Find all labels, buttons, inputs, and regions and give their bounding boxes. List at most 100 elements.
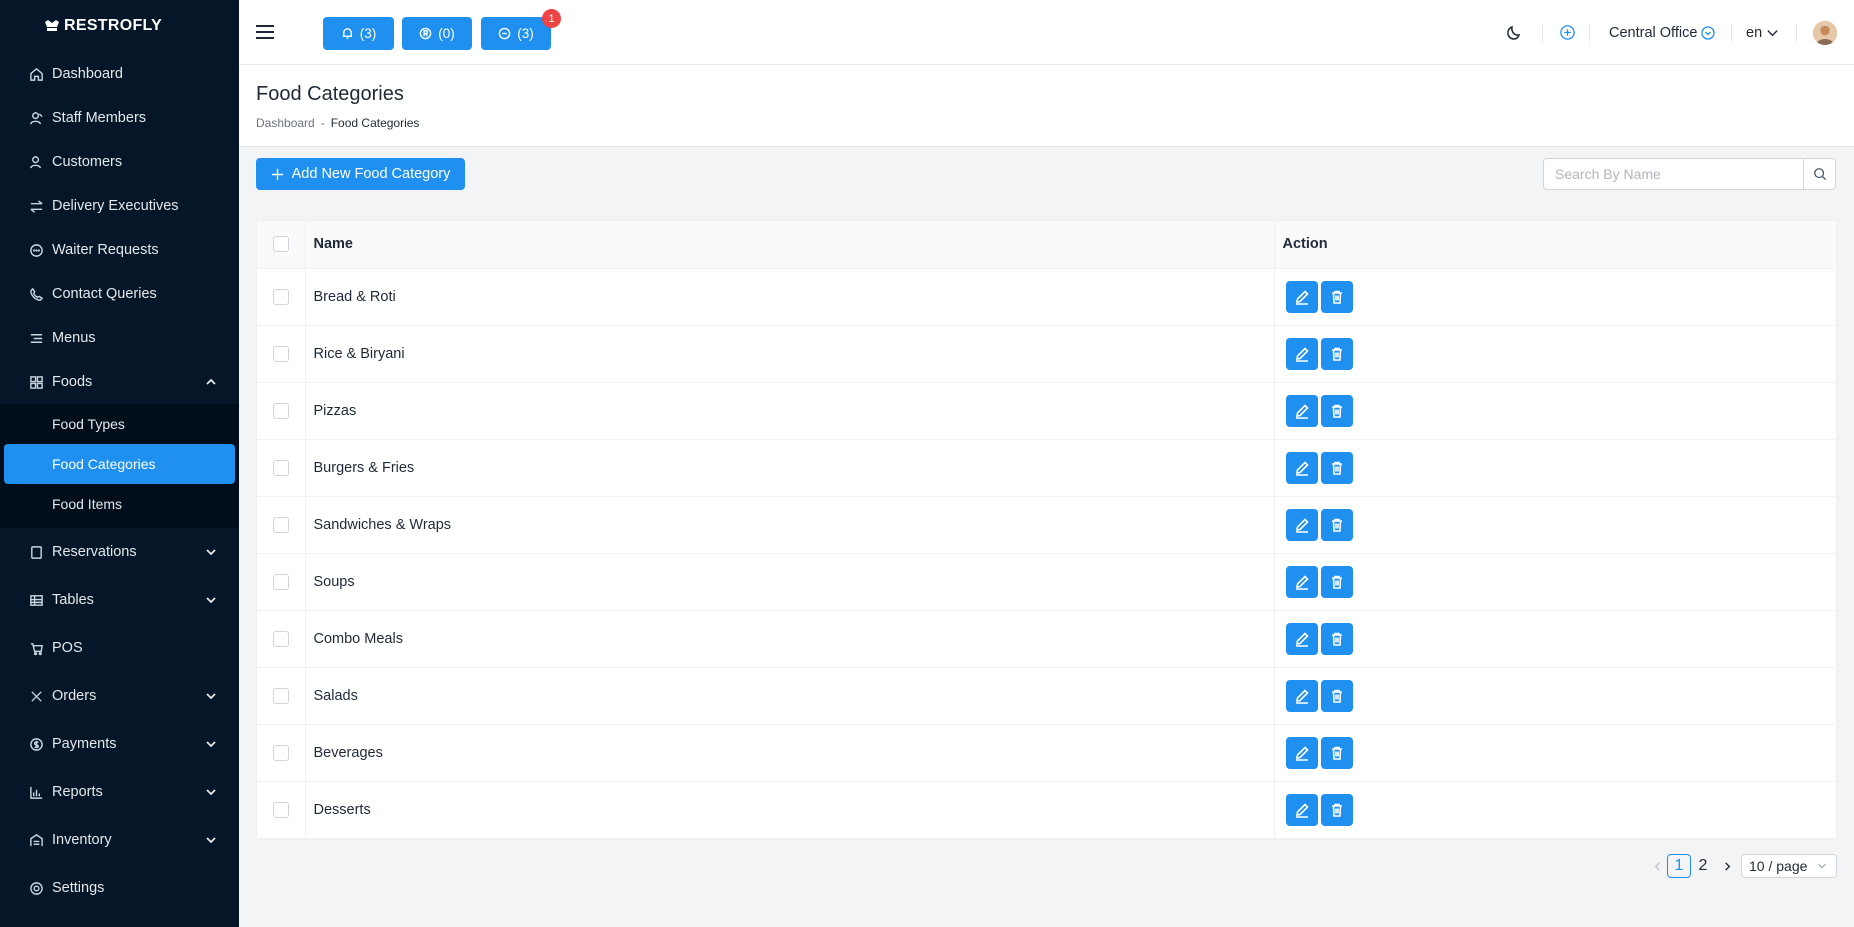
row-actions (1274, 553, 1836, 611)
sidebar-item-pos[interactable]: POS (0, 624, 239, 672)
sidebar-item-orders[interactable]: Orders (0, 672, 239, 720)
row-checkbox[interactable] (272, 573, 289, 590)
page-size-value: 10 / page (1749, 858, 1808, 874)
row-check-cell (257, 382, 306, 440)
add-quick-button[interactable] (1559, 0, 1576, 65)
hamburger-menu-icon[interactable] (256, 25, 274, 39)
sidebar-subitem-food-types[interactable]: Food Types (4, 404, 235, 444)
delete-button[interactable] (1320, 679, 1353, 712)
edit-button[interactable] (1285, 508, 1318, 541)
sidebar-item-staff-members[interactable]: Staff Members (0, 96, 239, 140)
notifications-button[interactable]: (3) (323, 17, 394, 50)
row-checkbox[interactable] (272, 459, 289, 476)
sidebar-item-label: Staff Members (52, 110, 147, 126)
waiter-icon (498, 27, 511, 40)
delete-button[interactable] (1320, 280, 1353, 313)
waiter-requests-button[interactable]: (3) (481, 17, 551, 50)
row-checkbox[interactable] (272, 402, 289, 419)
delete-button[interactable] (1320, 565, 1353, 598)
breadcrumb-dashboard[interactable]: Dashboard (256, 116, 315, 130)
waiter-requests-badge: 1 (542, 9, 561, 28)
edit-button[interactable] (1285, 394, 1318, 427)
row-name: Combo Meals (305, 610, 1275, 668)
notifications-count: (3) (359, 26, 377, 41)
edit-button[interactable] (1285, 565, 1318, 598)
office-name: Central Office (1609, 24, 1698, 41)
row-checkbox[interactable] (272, 288, 289, 305)
home-icon (28, 66, 44, 82)
language-selector[interactable]: en (1746, 0, 1779, 65)
row-name: Pizzas (305, 382, 1275, 440)
row-check-cell (257, 268, 306, 326)
sidebar-item-inventory[interactable]: Inventory (0, 816, 239, 864)
search-button[interactable] (1803, 159, 1835, 189)
select-all-cell (257, 221, 306, 269)
edit-button[interactable] (1285, 280, 1318, 313)
delete-button[interactable] (1320, 622, 1353, 655)
page-size-select[interactable]: 10 / page (1741, 854, 1837, 878)
edit-icon (1295, 631, 1309, 647)
sidebar-item-dashboard[interactable]: Dashboard (0, 52, 239, 96)
sidebar-item-customers[interactable]: Customers (0, 140, 239, 184)
row-name: Bread & Roti (305, 268, 1275, 326)
avatar[interactable] (1813, 21, 1837, 45)
sidebar-subitem-food-items[interactable]: Food Items (4, 484, 235, 524)
delete-button[interactable] (1320, 508, 1353, 541)
sidebar-item-waiter-requests[interactable]: Waiter Requests (0, 228, 239, 272)
delete-button[interactable] (1320, 793, 1353, 826)
sidebar-item-reservations[interactable]: Reservations (0, 528, 239, 576)
trash-icon (1331, 689, 1342, 703)
sidebar-item-label: Dashboard (52, 66, 123, 82)
row-actions (1274, 667, 1836, 725)
delete-button[interactable] (1320, 394, 1353, 427)
search-input[interactable] (1544, 159, 1803, 189)
header-divider (1542, 24, 1543, 42)
delete-button[interactable] (1320, 451, 1353, 484)
pagination-page-2[interactable]: 2 (1691, 854, 1715, 878)
dark-mode-toggle[interactable] (1505, 0, 1523, 65)
trash-icon (1331, 803, 1342, 817)
sidebar-item-settings[interactable]: Settings (0, 864, 239, 912)
edit-button[interactable] (1285, 679, 1318, 712)
office-selector[interactable]: Central Office (1609, 0, 1716, 65)
edit-button[interactable] (1285, 337, 1318, 370)
row-checkbox[interactable] (272, 744, 289, 761)
edit-button[interactable] (1285, 736, 1318, 769)
reservations-button[interactable]: (0) (402, 17, 472, 50)
sidebar-item-tables[interactable]: Tables (0, 576, 239, 624)
sidebar-subitem-food-categories[interactable]: Food Categories (4, 444, 235, 484)
row-name: Beverages (305, 724, 1275, 782)
row-actions (1274, 610, 1836, 668)
row-check-cell (257, 496, 306, 554)
row-checkbox[interactable] (272, 801, 289, 818)
pagination-next[interactable] (1715, 854, 1739, 878)
row-checkbox[interactable] (272, 687, 289, 704)
pagination-prev[interactable] (1645, 854, 1669, 878)
reservations-count: (0) (438, 26, 455, 41)
sidebar-item-foods[interactable]: Foods (0, 360, 239, 404)
sidebar-item-payments[interactable]: Payments (0, 720, 239, 768)
row-checkbox[interactable] (272, 630, 289, 647)
row-actions (1274, 268, 1836, 326)
sidebar-item-contact-queries[interactable]: Contact Queries (0, 272, 239, 316)
table-row: Desserts (257, 781, 1836, 839)
brand-logo[interactable]: RESTROFLY (0, 0, 239, 52)
row-checkbox[interactable] (272, 345, 289, 362)
sidebar-item-delivery-executives[interactable]: Delivery Executives (0, 184, 239, 228)
edit-button[interactable] (1285, 451, 1318, 484)
chevron-down-icon (205, 738, 217, 750)
sidebar-subitem-label: Food Types (52, 416, 125, 432)
edit-button[interactable] (1285, 622, 1318, 655)
add-food-category-button[interactable]: Add New Food Category (256, 158, 465, 190)
sidebar-item-reports[interactable]: Reports (0, 768, 239, 816)
row-actions (1274, 382, 1836, 440)
row-checkbox[interactable] (272, 516, 289, 533)
delete-button[interactable] (1320, 736, 1353, 769)
delete-button[interactable] (1320, 337, 1353, 370)
pagination-page-1[interactable]: 1 (1667, 854, 1691, 878)
sidebar-item-menus[interactable]: Menus (0, 316, 239, 360)
select-all-checkbox[interactable] (272, 236, 289, 253)
edit-button[interactable] (1285, 793, 1318, 826)
sidebar-item-label: Foods (52, 374, 93, 390)
page-header: Food Categories Dashboard - Food Categor… (239, 65, 1854, 147)
